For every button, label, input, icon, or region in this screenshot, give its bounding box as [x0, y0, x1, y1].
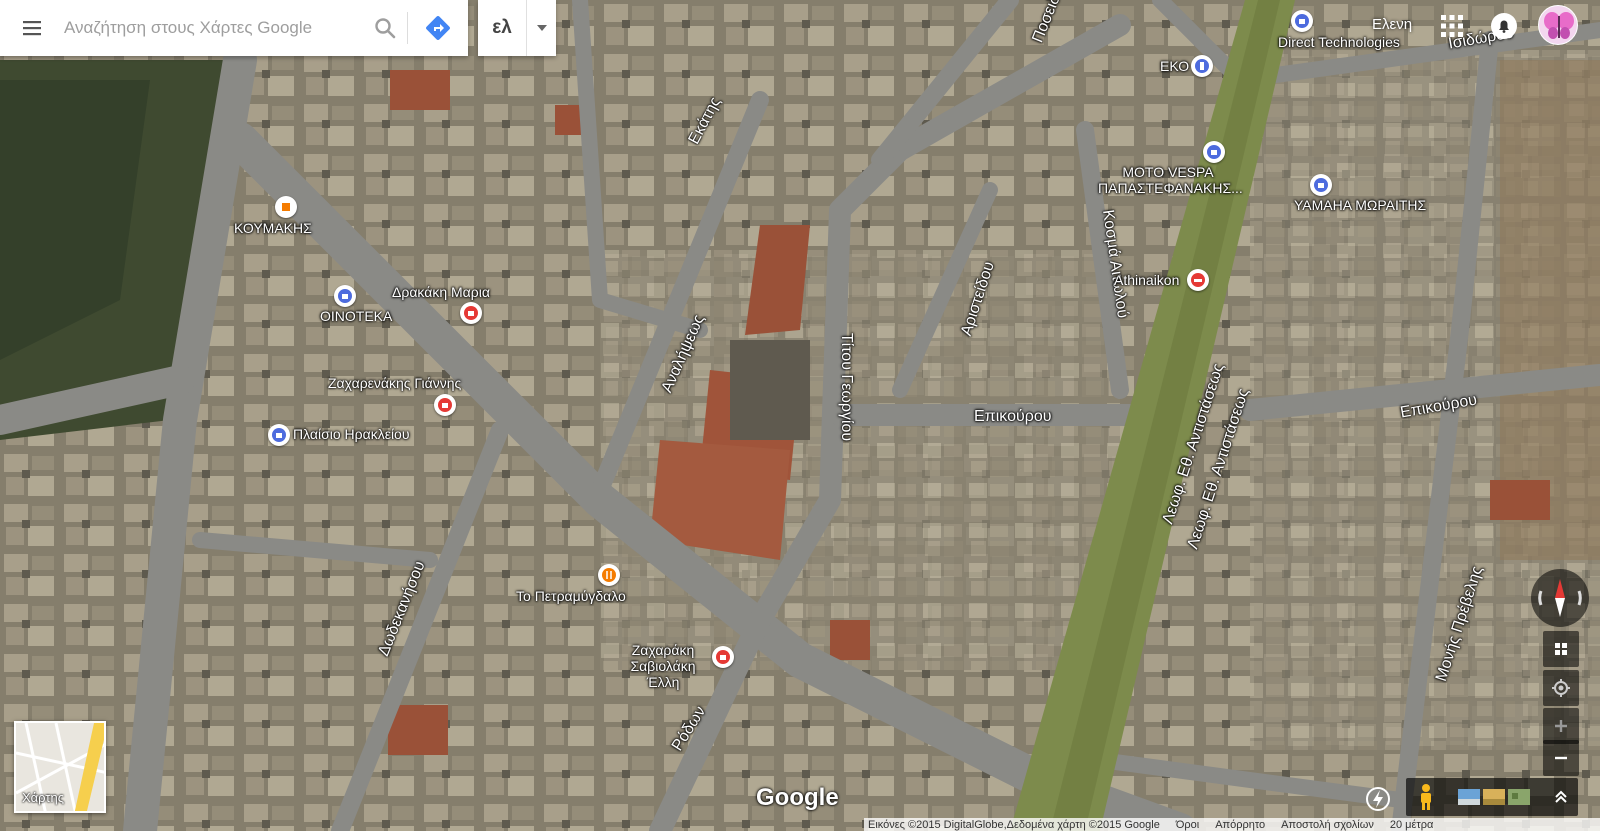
directions-icon	[426, 16, 450, 40]
poi-label[interactable]: Athinaikon	[1114, 272, 1179, 288]
grid-tilt-icon	[1555, 643, 1567, 655]
expand-layers-button[interactable]	[1544, 778, 1578, 816]
satellite-layer-thumb[interactable]	[1508, 789, 1530, 805]
hotel-icon[interactable]	[1187, 269, 1209, 291]
gift-icon[interactable]	[712, 646, 734, 668]
minus-icon	[1555, 756, 1567, 760]
feedback-link[interactable]: Αποστολή σχολίων	[1281, 819, 1374, 831]
poi-label[interactable]: Direct Technologies	[1278, 34, 1400, 50]
pegman-button[interactable]	[1406, 778, 1446, 816]
search-box	[0, 0, 468, 56]
layers-bar	[1406, 778, 1578, 816]
shopping-bag-icon[interactable]	[1310, 174, 1332, 196]
poi-label[interactable]: MOTO VESPA ΠΑΠΑΣΤΕΦΑΝΑΚΗΣ...	[1098, 164, 1243, 196]
earth-layer-thumb[interactable]	[1458, 789, 1480, 805]
shopping-bag-icon[interactable]	[1203, 141, 1225, 163]
pegman-icon	[1421, 784, 1431, 810]
compass-icon	[1538, 579, 1582, 617]
menu-button[interactable]	[0, 0, 64, 56]
terms-link[interactable]: Όροι	[1176, 819, 1199, 831]
my-location-button[interactable]	[1543, 670, 1579, 706]
language-dropdown-button[interactable]	[526, 0, 556, 56]
poi-label[interactable]: ΟΙΝΟΤΕΚΑ	[320, 308, 392, 324]
poi-label[interactable]: Πλαίσιο Ηρακλείου	[293, 426, 410, 442]
chevron-up-icon	[1555, 790, 1567, 803]
restaurant-icon[interactable]	[598, 564, 620, 586]
zoom-out-button[interactable]	[1543, 740, 1579, 776]
footer-bar: Εικόνες ©2015 DigitalGlobe,Δεδομένα χάρτ…	[864, 818, 1600, 831]
scale-label[interactable]: 20 μέτρα	[1390, 819, 1434, 831]
plus-icon	[1555, 720, 1567, 732]
shop-icon[interactable]	[275, 196, 297, 218]
shopping-bag-icon[interactable]	[1291, 10, 1313, 32]
terrain-layer-thumb[interactable]	[1483, 789, 1505, 805]
chevron-down-icon	[536, 25, 547, 31]
poi-label[interactable]: ΚΟΥΜΑΚΗΣ	[234, 220, 312, 236]
gas-station-icon[interactable]	[1191, 55, 1213, 77]
directions-button[interactable]	[408, 0, 468, 56]
poi-label[interactable]: Το Πετραμύγδαλο	[516, 588, 626, 604]
poi-label[interactable]: Δρακάκη Μαρια	[392, 284, 490, 300]
hamburger-menu-icon	[23, 21, 41, 36]
zoom-in-button[interactable]	[1543, 708, 1579, 744]
avatar[interactable]	[1538, 5, 1578, 45]
compass-control[interactable]	[1531, 569, 1589, 627]
location-target-icon	[1552, 679, 1570, 697]
search-icon	[375, 18, 396, 39]
shopping-bag-icon[interactable]	[268, 424, 290, 446]
poi-label[interactable]: YAMAHA ΜΩΡΑΙΤΗΣ	[1294, 197, 1426, 213]
search-input[interactable]	[64, 8, 363, 48]
apps-grid-icon[interactable]	[1440, 14, 1464, 38]
language-label[interactable]: ελ	[478, 17, 526, 39]
minimap-label: Χάρτης	[22, 790, 65, 805]
language-box: ελ	[478, 0, 556, 56]
poi-label[interactable]: Ζαχαράκη Σαβιολάκη Έλλη	[616, 642, 710, 690]
gift-icon[interactable]	[434, 394, 456, 416]
account-name[interactable]: Ελενη	[1372, 16, 1412, 33]
map-view-toggle[interactable]: Χάρτης	[14, 721, 106, 813]
imagery-attribution: Εικόνες ©2015 DigitalGlobe,Δεδομένα χάρτ…	[868, 818, 1160, 831]
gift-icon[interactable]	[460, 302, 482, 324]
layer-thumbnails	[1458, 789, 1530, 805]
shopping-bag-icon[interactable]	[334, 285, 356, 307]
tilt-button[interactable]	[1543, 631, 1579, 667]
butterfly-icon	[1544, 12, 1574, 39]
poi-label[interactable]: Ζαχαρενάκης Γιάννης	[328, 375, 461, 391]
notification-bell-icon[interactable]	[1490, 12, 1518, 40]
google-logo: Google	[756, 784, 839, 811]
satellite-imagery[interactable]	[0, 0, 1600, 831]
poi-label[interactable]: ΕΚΟ	[1160, 58, 1189, 74]
privacy-link[interactable]: Απόρρητο	[1215, 819, 1265, 831]
lightning-icon[interactable]	[1364, 785, 1392, 813]
search-button[interactable]	[363, 0, 407, 56]
